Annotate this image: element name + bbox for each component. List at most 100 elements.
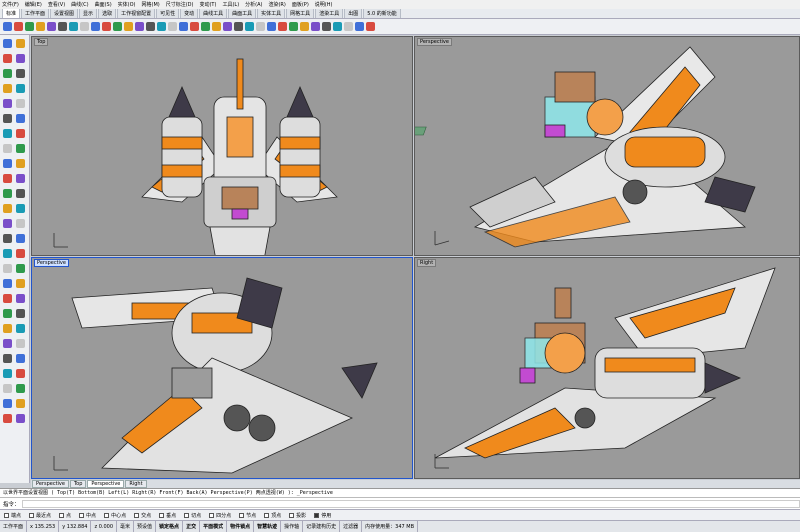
toolbar-tool-icon[interactable] [157,22,166,31]
palette-tool-icon[interactable] [16,129,25,138]
osnap-checkbox[interactable]: 端点 [4,512,21,519]
menu-item[interactable]: 分析(A) [245,1,262,8]
toolbar-tool-icon[interactable] [102,22,111,31]
palette-tool-icon[interactable] [16,339,25,348]
palette-tool-icon[interactable] [3,339,12,348]
toolbar-tool-icon[interactable] [300,22,309,31]
status-ortho[interactable]: 正交 [183,521,201,532]
palette-tool-icon[interactable] [3,384,12,393]
toolbar-tab[interactable]: 工作平面 [21,9,50,18]
palette-tool-icon[interactable] [16,414,25,423]
toolbar-tool-icon[interactable] [311,22,320,31]
toolbar-tab[interactable]: 标准 [2,9,21,18]
osnap-checkbox[interactable]: 点 [59,512,71,519]
toolbar-tab[interactable]: 变动 [180,9,199,18]
toolbar-tab[interactable]: 实体工具 [257,9,286,18]
palette-tool-icon[interactable] [16,309,25,318]
toolbar-tab[interactable]: 曲线工具 [199,9,228,18]
toolbar-tool-icon[interactable] [344,22,353,31]
viewport-tab[interactable]: Right [125,480,147,488]
osnap-checkbox[interactable]: 交点 [134,512,151,519]
palette-tool-icon[interactable] [3,219,12,228]
toolbar-tool-icon[interactable] [91,22,100,31]
toolbar-tool-icon[interactable] [14,22,23,31]
viewport-top[interactable]: Top [31,36,413,256]
toolbar-tool-icon[interactable] [25,22,34,31]
palette-tool-icon[interactable] [16,39,25,48]
palette-tool-icon[interactable] [16,84,25,93]
palette-tool-icon[interactable] [16,399,25,408]
palette-tool-icon[interactable] [3,54,12,63]
viewport-tab[interactable]: Top [69,480,87,488]
toolbar-tab[interactable]: 渲染工具 [315,9,344,18]
toolbar-tab[interactable]: 出图 [344,9,363,18]
viewport-perspective-bottom[interactable]: Perspective [31,257,413,479]
palette-tool-icon[interactable] [3,369,12,378]
palette-tool-icon[interactable] [16,354,25,363]
palette-tool-icon[interactable] [3,99,12,108]
viewport-label-right[interactable]: Right [417,259,437,267]
toolbar-tool-icon[interactable] [212,22,221,31]
status-planar[interactable]: 平面模式 [200,521,228,532]
palette-tool-icon[interactable] [16,219,25,228]
menu-item[interactable]: 面板(P) [292,1,309,8]
status-record-history[interactable]: 记录建构历史 [303,521,341,532]
viewport-tab[interactable]: Perspective [32,480,69,488]
toolbar-tool-icon[interactable] [201,22,210,31]
palette-tool-icon[interactable] [3,39,12,48]
osnap-checkbox[interactable]: 中点 [79,512,96,519]
palette-tool-icon[interactable] [16,264,25,273]
palette-tool-icon[interactable] [16,369,25,378]
viewport-label-perspective-bottom[interactable]: Perspective [34,259,69,267]
toolbar-tool-icon[interactable] [234,22,243,31]
toolbar-tool-icon[interactable] [3,22,12,31]
viewport-right[interactable]: Right [414,257,800,479]
toolbar-tool-icon[interactable] [267,22,276,31]
menu-item[interactable]: 实体(O) [118,1,136,8]
viewport-tab[interactable]: Perspective [87,480,125,488]
toolbar-tool-icon[interactable] [58,22,67,31]
palette-tool-icon[interactable] [3,69,12,78]
toolbar-tool-icon[interactable] [333,22,342,31]
osnap-checkbox[interactable]: 顶点 [264,512,281,519]
menu-item[interactable]: 查看(V) [48,1,65,8]
status-filter[interactable]: 过滤器 [340,521,363,532]
toolbar-tool-icon[interactable] [69,22,78,31]
toolbar-tab[interactable]: 设置视图 [50,9,79,18]
palette-tool-icon[interactable] [3,234,12,243]
palette-tool-icon[interactable] [3,399,12,408]
menu-item[interactable]: 文件(F) [2,1,19,8]
toolbar-tool-icon[interactable] [223,22,232,31]
palette-tool-icon[interactable] [3,414,12,423]
viewport-perspective-top[interactable]: Perspective [414,36,800,256]
palette-tool-icon[interactable] [16,294,25,303]
toolbar-tab[interactable]: 网格工具 [286,9,315,18]
menu-item[interactable]: 变动(T) [199,1,216,8]
palette-tool-icon[interactable] [3,144,12,153]
palette-tool-icon[interactable] [16,144,25,153]
toolbar-tool-icon[interactable] [47,22,56,31]
viewport-label-top[interactable]: Top [34,38,49,46]
toolbar-tab[interactable]: 工作视窗配置 [117,9,156,18]
toolbar-tool-icon[interactable] [256,22,265,31]
viewport-label-perspective-top[interactable]: Perspective [417,38,452,46]
palette-tool-icon[interactable] [16,114,25,123]
toolbar-tool-icon[interactable] [113,22,122,31]
status-gumball[interactable]: 操作轴 [281,521,304,532]
status-osnap[interactable]: 物件锁点 [227,521,255,532]
menu-item[interactable]: 曲线(C) [71,1,88,8]
palette-tool-icon[interactable] [3,174,12,183]
toolbar-tab[interactable]: 5.0 的新功能 [363,9,401,18]
palette-tool-icon[interactable] [16,279,25,288]
menu-item[interactable]: 网格(M) [142,1,160,8]
toolbar-tab[interactable]: 显示 [79,9,98,18]
osnap-checkbox[interactable]: 节点 [239,512,256,519]
palette-tool-icon[interactable] [3,84,12,93]
menu-item[interactable]: 渲染(R) [268,1,285,8]
command-input[interactable] [21,499,800,508]
toolbar-tool-icon[interactable] [124,22,133,31]
osnap-checkbox[interactable]: 切点 [184,512,201,519]
status-grid-snap[interactable]: 锁定格点 [156,521,184,532]
toolbar-tool-icon[interactable] [190,22,199,31]
toolbar-tab[interactable]: 选取 [98,9,117,18]
